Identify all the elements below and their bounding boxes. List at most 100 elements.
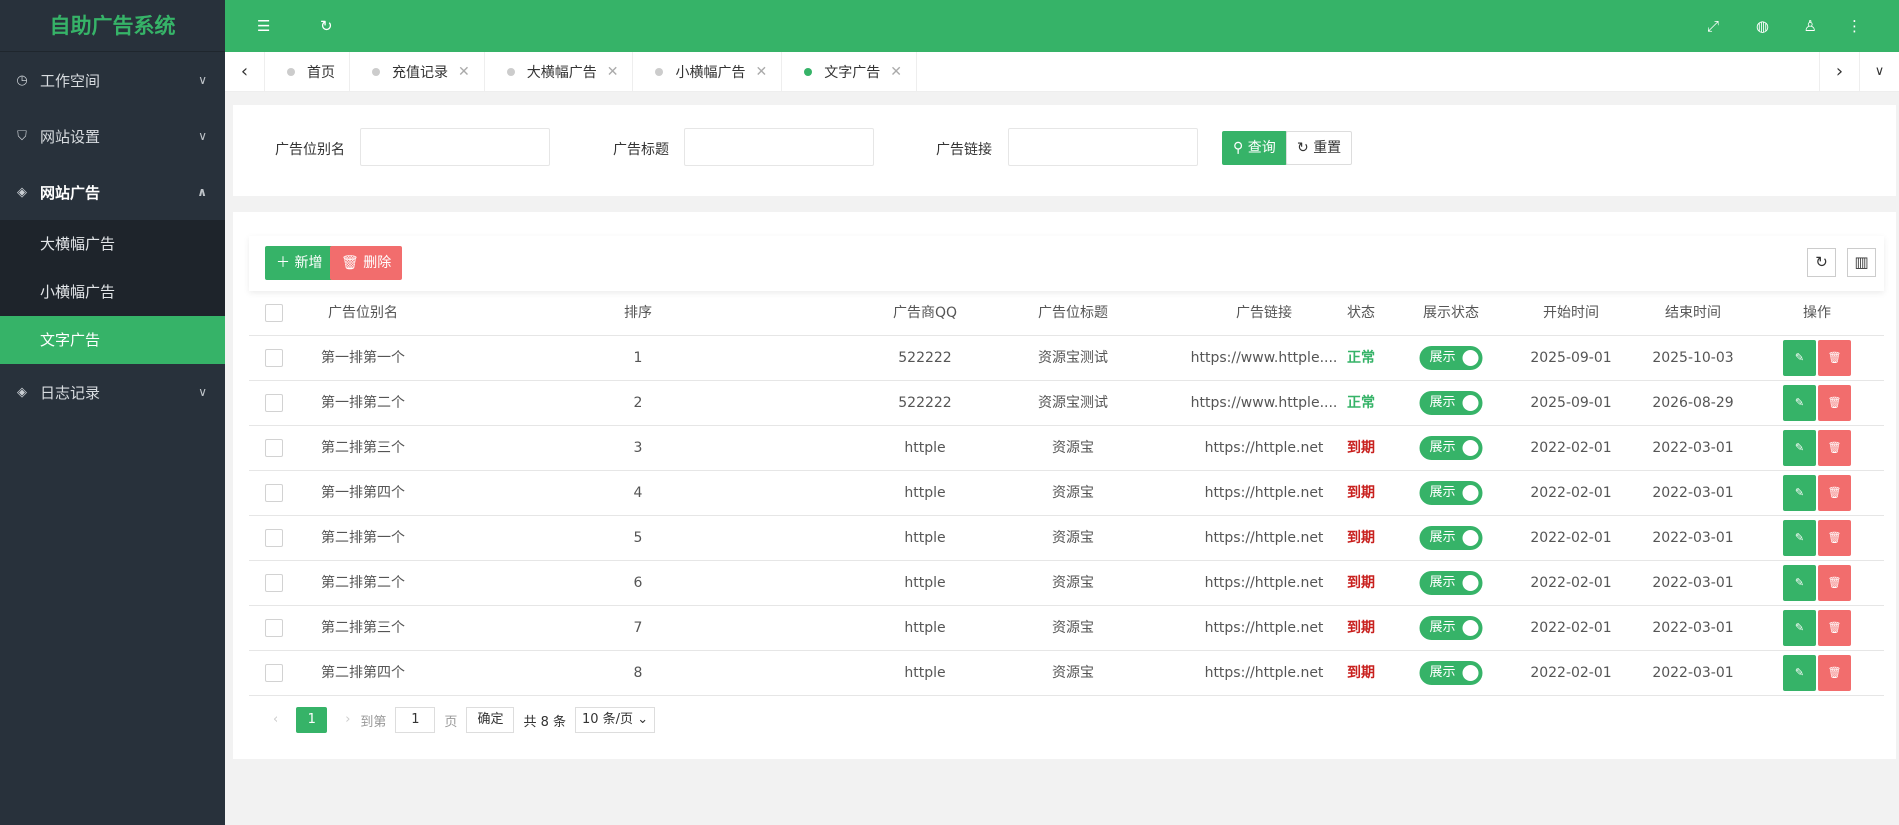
next-page-icon[interactable]: › [335,707,360,733]
row-checkbox[interactable] [265,561,283,605]
tab-big-banner[interactable]: 大横幅广告 ✕ [485,52,634,92]
edit-button[interactable]: ✎ [1783,385,1816,421]
row-checkbox[interactable] [265,606,283,650]
page-input[interactable]: 1 [395,707,436,733]
globe-icon[interactable]: ◍ [1756,0,1769,52]
col-header: 广告商QQ [892,305,958,321]
tab-home[interactable]: 首页 [265,52,350,92]
delete-row-button[interactable]: 🗑 [1818,340,1851,376]
chevron-down-icon: ∨ [198,385,207,399]
edit-button[interactable]: ✎ [1783,340,1816,376]
sidebar-item-workspace[interactable]: ◷ 工作空间 ∨ [0,52,225,108]
display-toggle-cell: 展示 [1419,336,1483,380]
row-checkbox[interactable] [265,381,283,425]
sidebar-item-label: 工作空间 [40,71,101,90]
row-checkbox[interactable] [265,471,283,515]
title-input[interactable] [684,128,874,166]
delete-row-button[interactable]: 🗑 [1818,430,1851,466]
alias-input[interactable] [360,128,550,166]
sidebar-item-site-ads[interactable]: ◈ 网站广告 ∧ [0,164,225,220]
col-header: 开始时间 [1543,305,1599,321]
delete-row-button[interactable]: 🗑 [1818,520,1851,556]
tab-bar: ‹ 首页 充值记录 ✕ 大横幅广告 ✕ 小横幅广告 ✕ 文字广告 ✕ › ∨ [225,52,1899,92]
display-toggle[interactable]: 展示 [1419,346,1483,370]
delete-row-button[interactable]: 🗑 [1818,565,1851,601]
tab-text-ads[interactable]: 文字广告 ✕ [782,52,917,92]
user-icon[interactable]: ♙ [1804,0,1817,52]
status-badge: 到期 [1347,620,1375,636]
reset-button[interactable]: ↻ 重置 [1286,131,1353,165]
actions-cell: ✎ 🗑 [1782,471,1852,515]
tab-small-banner[interactable]: 小横幅广告 ✕ [633,52,783,92]
ads-table: 广告位别名 排序 广告商QQ 广告位标题 广告链接 状态 展示状态 开始时间 结… [249,291,1884,696]
display-toggle[interactable]: 展示 [1419,526,1483,550]
sidebar-item-big-banner[interactable]: 大横幅广告 [0,220,225,268]
edit-button[interactable]: ✎ [1783,565,1816,601]
tab-scroll-right-icon[interactable]: › [1819,52,1859,92]
select-all-checkbox[interactable] [265,291,283,335]
delete-row-button[interactable]: 🗑 [1818,475,1851,511]
delete-row-button[interactable]: 🗑 [1818,655,1851,691]
actions-cell: ✎ 🗑 [1782,426,1852,470]
display-toggle-cell: 展示 [1419,516,1483,560]
col-header: 广告位别名 [328,305,398,321]
shield-icon: ⛉ [17,128,27,144]
confirm-page-button[interactable]: 确定 [466,707,515,733]
display-toggle[interactable]: 展示 [1419,481,1483,505]
delete-button[interactable]: 🗑 删除 [330,246,403,280]
row-checkbox[interactable] [265,426,283,470]
display-toggle[interactable]: 展示 [1419,391,1483,415]
sort-cell: 8 [633,665,643,681]
sidebar-item-small-banner[interactable]: 小横幅广告 [0,268,225,316]
sidebar-item-text-ads[interactable]: 文字广告 [0,316,225,364]
page-size-select[interactable]: 10 条/页 ⌄ [575,707,656,733]
display-toggle[interactable]: 展示 [1419,616,1483,640]
edit-button[interactable]: ✎ [1783,520,1816,556]
add-button[interactable]: ＋ 新增 [265,246,334,280]
row-checkbox[interactable] [265,336,283,380]
alias-cell: 第二排第二个 [321,575,405,591]
end-date-cell: 2025-10-03 [1652,350,1734,366]
more-icon[interactable]: ⋮ [1847,0,1862,52]
sidebar-item-site-settings[interactable]: ⛉ 网站设置 ∨ [0,108,225,164]
pagination: ‹ 1 › 到第 1 页 确定 共 8 条 10 条/页 ⌄ [263,705,656,735]
tab-menu-chevron-icon[interactable]: ∨ [1859,52,1899,92]
display-toggle[interactable]: 展示 [1419,661,1483,685]
close-icon[interactable]: ✕ [607,64,619,80]
query-button[interactable]: ⚲ 查询 [1222,131,1287,165]
display-toggle[interactable]: 展示 [1419,571,1483,595]
delete-row-button[interactable]: 🗑 [1818,385,1851,421]
alias-label: 广告位别名 [275,142,345,158]
tab-recharge[interactable]: 充值记录 ✕ [350,52,485,92]
delete-row-button[interactable]: 🗑 [1818,610,1851,646]
link-input[interactable] [1008,128,1198,166]
tab-label: 首页 [307,65,335,81]
prev-page-icon[interactable]: ‹ [263,707,288,733]
tab-dot [506,68,515,76]
add-label: 新增 [294,255,323,271]
edit-button[interactable]: ✎ [1783,475,1816,511]
toggle-label: 展示 [1429,440,1456,455]
tab-scroll-left-icon[interactable]: ‹ [225,52,265,92]
columns-icon[interactable]: ▥ [1847,248,1876,277]
display-toggle-cell: 展示 [1419,381,1483,425]
refresh-icon[interactable]: ↻ [320,0,333,52]
close-icon[interactable]: ✕ [458,64,470,80]
menu-toggle-icon[interactable]: ☰ [257,0,270,52]
toggle-label: 展示 [1429,530,1456,545]
refresh-icon[interactable]: ↻ [1807,248,1836,277]
display-toggle[interactable]: 展示 [1419,436,1483,460]
close-icon[interactable]: ✕ [755,64,767,80]
fullscreen-icon[interactable]: ⤢ [1707,0,1719,52]
close-icon[interactable]: ✕ [890,64,902,80]
page-1-button[interactable]: 1 [296,707,328,733]
query-label: 查询 [1247,140,1276,156]
row-checkbox[interactable] [265,651,283,695]
edit-button[interactable]: ✎ [1783,430,1816,466]
sidebar-item-logs[interactable]: ◈ 日志记录 ∨ [0,364,225,420]
title-cell: 资源宝 [1052,530,1094,546]
edit-button[interactable]: ✎ [1783,655,1816,691]
sort-cell: 4 [633,485,643,501]
row-checkbox[interactable] [265,516,283,560]
edit-button[interactable]: ✎ [1783,610,1816,646]
